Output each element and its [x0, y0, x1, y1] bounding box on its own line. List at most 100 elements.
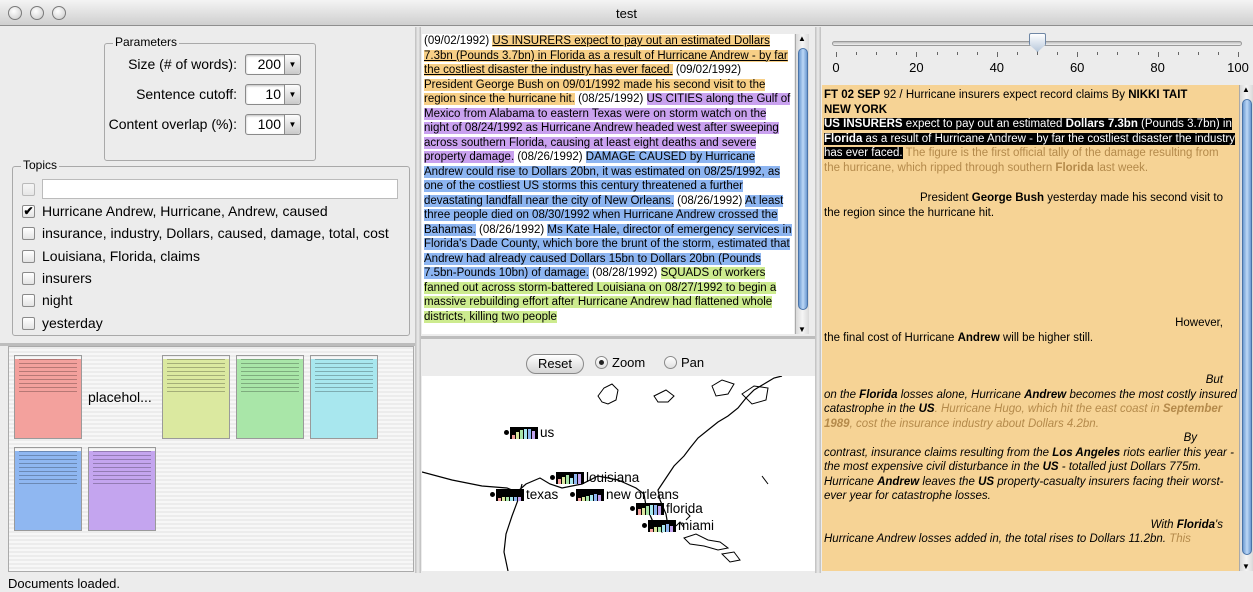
chevron-down-icon[interactable]: ▼	[284, 114, 300, 134]
doc-thumbnail[interactable]	[310, 355, 378, 439]
reader-p5: Andrew	[877, 475, 920, 488]
reader-p4: US	[918, 403, 935, 415]
cutoff-combo[interactable]: 10 ▼	[245, 83, 301, 105]
overlap-combo[interactable]: 100 ▼	[245, 113, 301, 135]
chevron-down-icon[interactable]: ▼	[284, 54, 300, 74]
pin-histogram	[510, 426, 538, 439]
checkbox[interactable]	[22, 316, 35, 330]
map-pin-miami[interactable]: miami	[642, 518, 714, 533]
topic-item[interactable]: yesterday	[22, 313, 103, 333]
timeline-tick-mark	[956, 52, 958, 55]
overlap-label: Content overlap (%):	[108, 116, 237, 132]
checkbox[interactable]	[22, 271, 35, 285]
reader-p6: This	[1166, 533, 1191, 545]
checkbox-checked[interactable]: ✔	[22, 204, 35, 218]
pin-dot	[630, 506, 635, 511]
document-reader[interactable]: FT 02 SEP 92 / Hurricane insurers expect…	[822, 85, 1239, 571]
doc-thumbnail[interactable]	[14, 447, 82, 531]
checkbox-disabled	[22, 182, 35, 196]
radio-icon[interactable]	[664, 356, 677, 369]
reader-p4a: But	[1205, 374, 1223, 386]
zoom-label: Zoom	[612, 355, 646, 370]
scroll-up-arrow-icon[interactable]: ▲	[798, 34, 806, 43]
scroll-down-arrow-icon[interactable]: ▼	[798, 325, 806, 334]
reader-p5: US	[978, 475, 995, 488]
size-combo[interactable]: 200 ▼	[245, 53, 301, 75]
timeline-tick-mark	[896, 52, 898, 55]
timeline-slider-knob[interactable]	[1029, 33, 1046, 52]
map-pin-louisiana[interactable]: louisiana	[550, 470, 639, 485]
parameters-group: Parameters Size (# of words): 200 ▼ Sent…	[104, 35, 316, 161]
map-pin-texas[interactable]: texas	[490, 487, 558, 502]
doc-thumbnail[interactable]	[14, 355, 82, 439]
summary-scrollbar[interactable]: ▲ ▼	[795, 34, 809, 334]
map-view[interactable]: us louisiana texas new orleans florida m…	[422, 376, 815, 571]
size-label: Size (# of words):	[128, 56, 237, 72]
doc-thumbnail[interactable]	[88, 447, 156, 531]
timeline-tick-mark	[876, 52, 878, 55]
reader-hl: Dollars 7.3bn	[1065, 118, 1138, 130]
topic-item[interactable]: ✔ Hurricane Andrew, Hurricane, Andrew, c…	[22, 201, 328, 221]
reader-p6: Florida	[1176, 518, 1216, 531]
reader-p3a: However,	[1175, 317, 1223, 329]
topic-item[interactable]: night	[22, 290, 72, 310]
summary-text-pane[interactable]: (09/02/1992) US INSURERS expect to pay o…	[422, 34, 794, 334]
timeline-tick-mark	[1097, 52, 1099, 55]
checkbox[interactable]	[22, 249, 35, 263]
map-pin-florida[interactable]: florida	[630, 501, 703, 516]
cutoff-value[interactable]: 10	[246, 86, 284, 102]
segment-date: (08/28/1992)	[592, 267, 658, 279]
timeline-tick-mark	[1157, 52, 1159, 57]
map-pin-us[interactable]: us	[504, 425, 554, 440]
overlap-value[interactable]: 100	[246, 116, 284, 132]
timeline-tick-mark	[1238, 52, 1239, 57]
topics-legend: Topics	[21, 158, 60, 172]
size-value[interactable]: 200	[246, 56, 284, 72]
split-handle-vertical[interactable]	[415, 27, 421, 573]
split-handle-middle[interactable]	[421, 336, 815, 339]
reset-button[interactable]: Reset	[526, 354, 584, 374]
checkbox[interactable]	[22, 226, 35, 240]
topic-search-input[interactable]	[42, 179, 398, 199]
topic-label: Louisiana, Florida, claims	[42, 248, 200, 264]
scroll-down-arrow-icon[interactable]: ▼	[1242, 562, 1250, 571]
size-param-row: Size (# of words): 200 ▼	[128, 52, 301, 76]
reader-header: 92 / Hurricane insurers expect record cl…	[880, 89, 1129, 101]
reader-hl: expect to pay out an estimated	[902, 118, 1066, 130]
reader-p2: George Bush	[971, 192, 1044, 204]
timeline-tick-mark	[836, 52, 837, 57]
pin-histogram	[636, 502, 664, 515]
chevron-down-icon[interactable]: ▼	[284, 84, 300, 104]
pin-dot	[504, 430, 509, 435]
segment-date: (08/26/1992)	[517, 151, 583, 163]
status-text: Documents loaded.	[8, 576, 121, 591]
thumbnail-page	[15, 359, 81, 438]
scroll-up-arrow-icon[interactable]: ▲	[1242, 85, 1250, 94]
scroll-thumb[interactable]	[1242, 99, 1252, 555]
topic-item[interactable]: insurers	[22, 268, 92, 288]
split-handle-vertical[interactable]	[815, 27, 821, 573]
timeline-tick-mark	[916, 52, 918, 57]
pan-label: Pan	[681, 355, 705, 370]
pin-label: texas	[526, 487, 559, 502]
segment-date: (09/02/1992)	[424, 35, 490, 47]
scroll-thumb[interactable]	[798, 48, 808, 310]
topic-label: insurance, industry, Dollars, caused, da…	[42, 225, 389, 241]
timeline-tick-label: 60	[1069, 60, 1085, 75]
pan-radio[interactable]: Pan	[664, 355, 704, 370]
timeline-tick-mark	[996, 52, 998, 57]
reader-scrollbar[interactable]: ▲ ▼	[1239, 85, 1253, 571]
zoom-radio[interactable]: Zoom	[595, 355, 645, 370]
pin-histogram	[648, 519, 676, 532]
doc-thumbnail[interactable]	[236, 355, 304, 439]
doc-thumbnail[interactable]	[162, 355, 230, 439]
title-bar: test	[0, 0, 1253, 26]
radio-selected-icon[interactable]	[595, 356, 608, 369]
map-pin-new-orleans[interactable]: new orleans	[570, 487, 679, 502]
reader-p4: Florida	[859, 388, 898, 401]
reader-source: FT 02 SEP	[824, 89, 881, 101]
topic-item[interactable]: Louisiana, Florida, claims	[22, 246, 200, 266]
reader-hl: US INSURERS	[824, 118, 903, 130]
checkbox[interactable]	[22, 293, 35, 307]
topic-item[interactable]: insurance, industry, Dollars, caused, da…	[22, 223, 389, 243]
